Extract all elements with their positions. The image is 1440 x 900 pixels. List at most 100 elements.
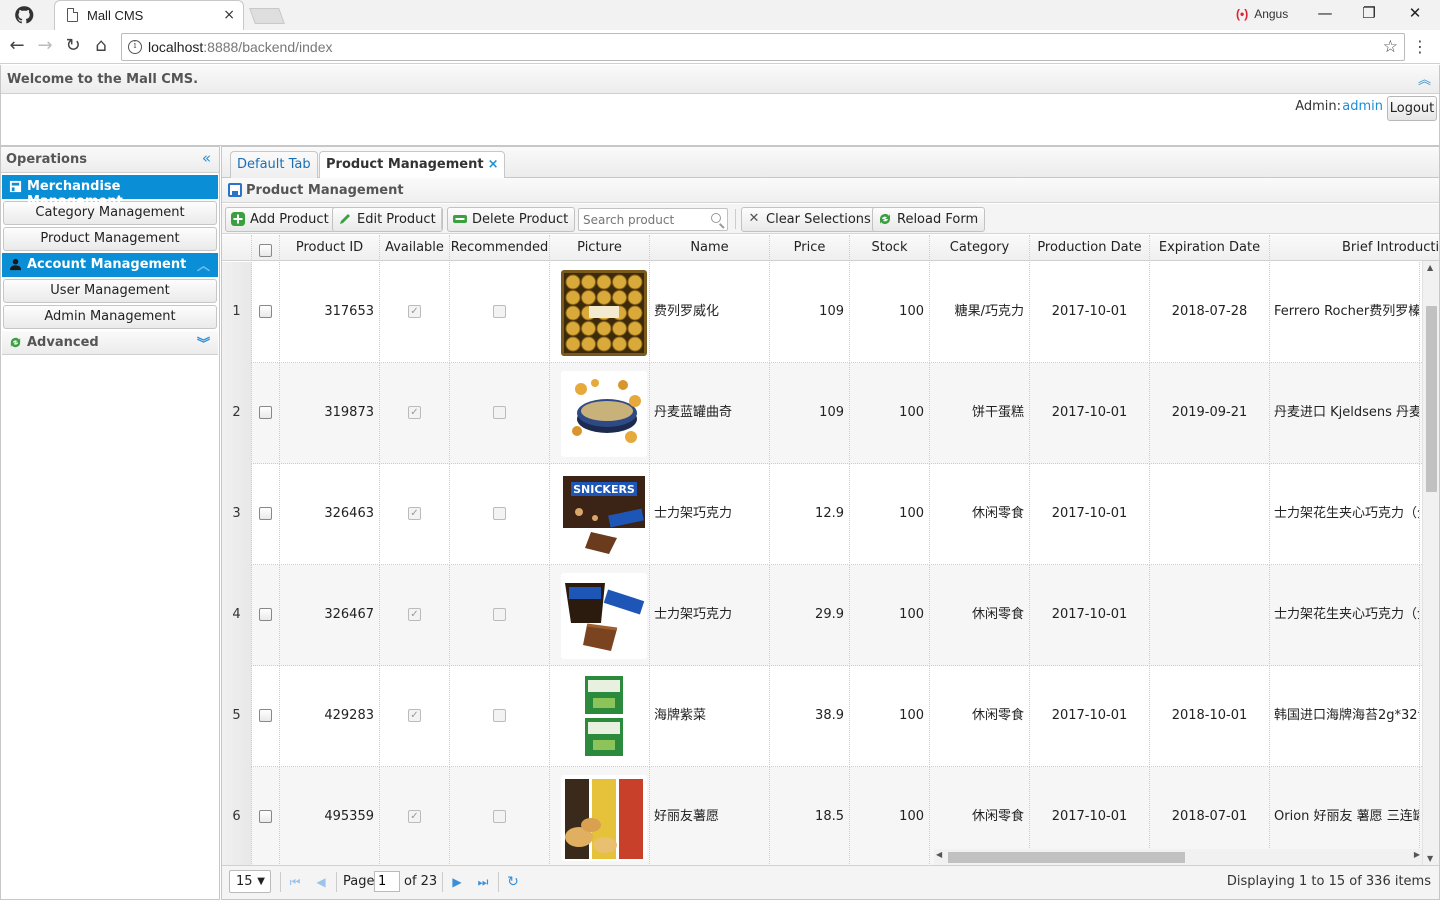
row-number: 5	[222, 666, 252, 767]
url-field[interactable]: i localhost:8888/backend/index ☆	[121, 33, 1405, 61]
scroll-down-icon[interactable]: ▼	[1427, 854, 1433, 863]
price-cell: 109	[770, 262, 850, 363]
chevron-up-icon[interactable]: ︿	[197, 255, 210, 274]
table-row[interactable]: 5 429283 海牌紫菜38.9100休闲零食2017-10-012018-10-…	[222, 666, 1439, 767]
row-select-cell[interactable]	[252, 666, 280, 767]
new-tab-button[interactable]	[249, 8, 285, 24]
browser-menu-icon[interactable]: ⋮	[1412, 37, 1428, 56]
row-checkbox[interactable]	[259, 507, 272, 520]
column-header[interactable]: Picture	[550, 235, 650, 261]
row-select-cell[interactable]	[252, 464, 280, 565]
row-checkbox[interactable]	[259, 406, 272, 419]
last-page-icon[interactable]: ⏭	[474, 873, 492, 891]
search-box[interactable]	[578, 208, 728, 231]
column-header[interactable]: Available	[380, 235, 450, 261]
collapse-left-icon[interactable]: «	[202, 149, 211, 167]
header-select-all[interactable]	[252, 235, 280, 261]
row-select-cell[interactable]	[252, 262, 280, 363]
reload-form-button[interactable]: Reload Form	[872, 207, 986, 232]
chevron-down-icon[interactable]: ︾	[197, 333, 210, 352]
stock-cell: 100	[850, 262, 930, 363]
scrollbar-thumb[interactable]	[1426, 306, 1437, 492]
sidebar-item-admin-management[interactable]: Admin Management	[3, 305, 217, 329]
reload-icon[interactable]: ↻	[62, 35, 84, 57]
sidebar-group-merchandise[interactable]: Merchandise Management	[2, 175, 218, 209]
tab-default[interactable]: Default Tab	[230, 151, 318, 178]
profile-button[interactable]: (•) Angus	[1236, 7, 1288, 21]
delete-product-button[interactable]: Delete Product	[447, 207, 576, 232]
close-icon[interactable]: ×	[223, 7, 235, 23]
table-row[interactable]: 3 326463 SNICKERS 士力架巧克力12.9100休闲零食2017-10-…	[222, 464, 1439, 565]
column-header[interactable]: Brief Introductio	[1270, 235, 1439, 261]
github-icon[interactable]	[12, 5, 36, 25]
home-icon[interactable]: ⌂	[90, 35, 112, 57]
production-date-cell: 2017-10-01	[1030, 565, 1150, 666]
row-select-cell[interactable]	[252, 565, 280, 666]
picture-cell	[550, 767, 650, 865]
select-all-checkbox[interactable]	[259, 244, 272, 257]
search-input[interactable]	[579, 209, 707, 230]
row-select-cell[interactable]	[252, 767, 280, 865]
expiration-date-cell: 2019-09-21	[1150, 363, 1270, 464]
row-checkbox[interactable]	[259, 810, 272, 823]
column-header[interactable]: Product ID	[280, 235, 380, 261]
info-icon[interactable]: i	[128, 40, 142, 54]
vertical-scrollbar[interactable]: ▲ ▼	[1422, 261, 1439, 865]
sidebar-group-advanced[interactable]: Advanced ︾	[2, 331, 218, 355]
scroll-left-icon[interactable]: ◀	[936, 850, 942, 859]
window-close-button[interactable]: ✕	[1400, 4, 1430, 26]
bookmark-star-icon[interactable]: ☆	[1383, 37, 1398, 57]
scroll-right-icon[interactable]: ▶	[1414, 850, 1420, 859]
close-icon[interactable]: ×	[488, 157, 499, 172]
table-row[interactable]: 1 317653 费列罗威化109100糖果/巧克力2017-10-012018-0…	[222, 262, 1439, 363]
sidebar-group-label: Merchandise Management	[27, 179, 123, 209]
back-arrow-icon[interactable]: ←	[6, 35, 28, 57]
edit-product-button[interactable]: Edit Product	[332, 207, 443, 232]
column-header[interactable]: Stock	[850, 235, 930, 261]
caret-down-icon: ▼	[257, 876, 265, 887]
prev-page-icon[interactable]: ◀	[312, 873, 330, 891]
sidebar-item-user-management[interactable]: User Management	[3, 279, 217, 303]
admin-name[interactable]: admin	[1342, 99, 1383, 114]
page-number-input[interactable]	[374, 871, 400, 892]
document-icon	[67, 8, 78, 22]
row-select-cell[interactable]	[252, 363, 280, 464]
column-header[interactable]: Category	[930, 235, 1030, 261]
column-header[interactable]: Recommended	[450, 235, 550, 261]
row-checkbox[interactable]	[259, 608, 272, 621]
column-header[interactable]: Name	[650, 235, 770, 261]
horizontal-scrollbar[interactable]: ◀ ▶	[934, 849, 1422, 865]
maximize-button[interactable]: ❐	[1354, 4, 1384, 26]
search-icon[interactable]	[711, 213, 721, 223]
production-date-cell: 2017-10-01	[1030, 666, 1150, 767]
column-header[interactable]: Expiration Date	[1150, 235, 1270, 261]
picture-cell	[550, 262, 650, 363]
row-checkbox[interactable]	[259, 305, 272, 318]
product-image	[561, 573, 647, 659]
row-checkbox[interactable]	[259, 709, 272, 722]
expiration-date-cell: 2018-07-28	[1150, 262, 1270, 363]
logout-button[interactable]: Logout	[1387, 96, 1437, 121]
category-cell: 休闲零食	[930, 666, 1030, 767]
browser-tab[interactable]: Mall CMS ×	[54, 0, 244, 30]
column-header[interactable]: Price	[770, 235, 850, 261]
tab-product-management[interactable]: Product Management ×	[319, 151, 506, 179]
product-id-cell: 495359	[280, 767, 380, 865]
next-page-icon[interactable]: ▶	[448, 873, 466, 891]
forward-arrow-icon[interactable]: →	[34, 35, 56, 57]
clear-selections-button[interactable]: ✕ Clear Selections	[741, 207, 878, 232]
sidebar-item-product-management[interactable]: Product Management	[3, 227, 217, 251]
table-row[interactable]: 4 326467 士力架巧克力29.9100休闲零食2017-10-01 士力架花生夹…	[222, 565, 1439, 666]
scrollbar-thumb[interactable]	[948, 852, 1185, 863]
scroll-up-icon[interactable]: ▲	[1427, 263, 1433, 272]
collapse-up-icon[interactable]: ︽	[1418, 69, 1431, 88]
first-page-icon[interactable]: ⏮	[286, 873, 304, 891]
page-size-select[interactable]: 15 ▼	[229, 870, 271, 893]
minimize-button[interactable]: —	[1310, 4, 1340, 26]
refresh-icon[interactable]: ↻	[504, 873, 522, 891]
sidebar-group-account[interactable]: Account Management ︿	[2, 253, 218, 277]
table-row[interactable]: 2 319873 丹麦蓝罐曲奇109100饼干蛋糕2017-10-012019-09…	[222, 363, 1439, 464]
column-header[interactable]: Production Date	[1030, 235, 1150, 261]
picture-cell	[550, 565, 650, 666]
add-product-button[interactable]: Add Product	[225, 207, 336, 232]
